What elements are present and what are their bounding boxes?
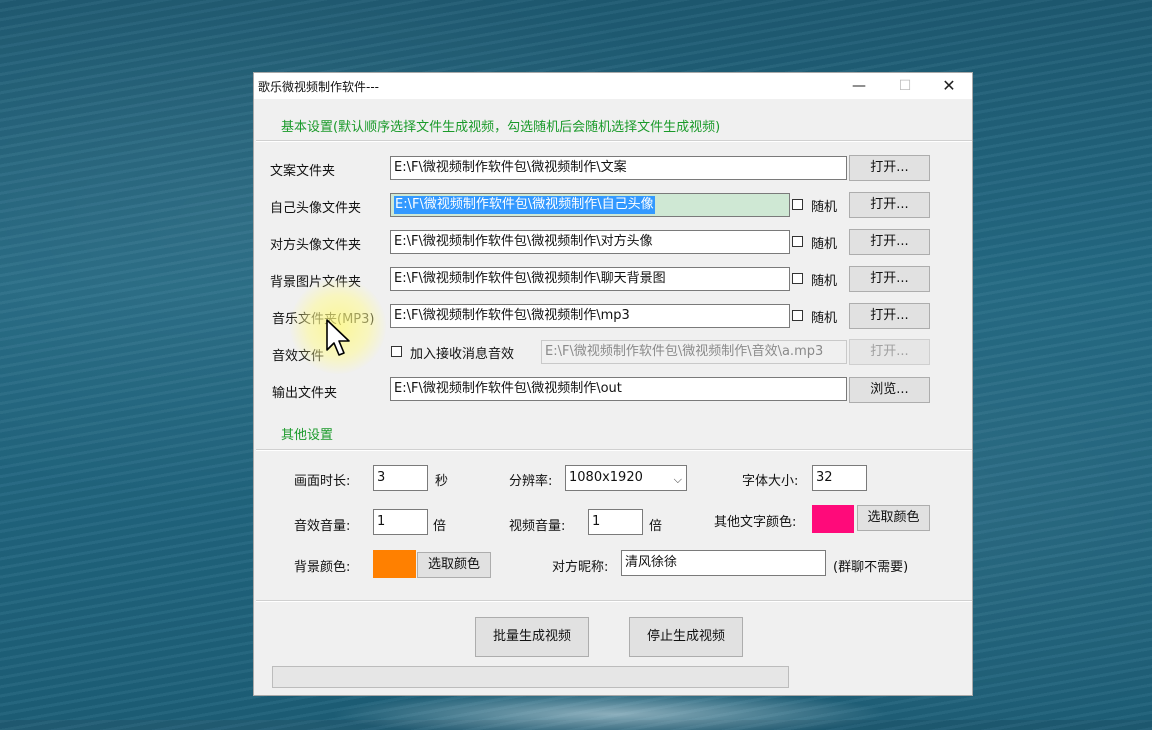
other-avatar-random-checkbox[interactable]	[792, 236, 803, 247]
sfx-enable-label: 加入接收消息音效	[410, 347, 515, 362]
music-folder-input[interactable]: E:\F\微视频制作软件包\微视频制作\mp3	[390, 304, 790, 328]
font-size-input[interactable]: 32	[812, 465, 867, 491]
self-avatar-folder-input[interactable]: E:\F\微视频制作软件包\微视频制作\自己头像	[390, 193, 790, 217]
video-volume-unit: 倍	[649, 519, 663, 534]
other-avatar-random-label: 随机	[811, 237, 838, 252]
music-random-checkbox[interactable]	[792, 310, 803, 321]
text-color-label: 其他文字颜色:	[714, 515, 797, 530]
output-folder-input[interactable]: E:\F\微视频制作软件包\微视频制作\out	[390, 377, 847, 401]
video-volume-label: 视频音量:	[509, 519, 566, 534]
divider	[256, 449, 972, 451]
resolution-label: 分辨率:	[509, 474, 553, 489]
duration-input[interactable]: 3	[373, 465, 428, 491]
basic-settings-heading: 基本设置(默认顺序选择文件生成视频，勾选随机后会随机选择文件生成视频)	[281, 120, 721, 135]
maximize-button: ☐	[898, 78, 912, 94]
sfx-enable-checkbox[interactable]	[391, 346, 402, 357]
video-volume-input[interactable]: 1	[588, 509, 643, 535]
other-avatar-folder-input[interactable]: E:\F\微视频制作软件包\微视频制作\对方头像	[390, 230, 790, 254]
divider	[256, 140, 972, 142]
background-folder-input[interactable]: E:\F\微视频制作软件包\微视频制作\聊天背景图	[390, 267, 790, 291]
output-folder-label: 输出文件夹	[272, 386, 338, 401]
background-open-button[interactable]: 打开...	[849, 266, 930, 292]
batch-generate-button[interactable]: 批量生成视频	[475, 617, 589, 657]
background-sea-foam	[330, 690, 890, 730]
mouse-pointer-icon	[326, 319, 350, 356]
copy-folder-open-button[interactable]: 打开...	[849, 155, 930, 181]
bg-color-label: 背景颜色:	[294, 560, 351, 575]
self-avatar-random-label: 随机	[811, 200, 838, 215]
sfx-volume-unit: 倍	[433, 519, 447, 534]
music-open-button[interactable]: 打开...	[849, 303, 930, 329]
bg-color-swatch	[373, 550, 416, 578]
text-color-pick-button[interactable]: 选取颜色	[857, 505, 930, 531]
nickname-note: (群聊不需要)	[833, 560, 909, 575]
copy-folder-input[interactable]: E:\F\微视频制作软件包\微视频制作\文案	[390, 156, 847, 180]
selected-text: E:\F\微视频制作软件包\微视频制作\自己头像	[394, 196, 655, 214]
window-title: 歌乐微视频制作软件---	[258, 80, 379, 94]
chevron-down-icon: ⌵	[673, 473, 682, 486]
other-settings-heading: 其他设置	[281, 428, 334, 443]
stop-generate-button[interactable]: 停止生成视频	[629, 617, 743, 657]
title-bar[interactable]: 歌乐微视频制作软件--- — ☐ ✕	[254, 73, 972, 99]
output-browse-button[interactable]: 浏览...	[849, 377, 930, 403]
sfx-volume-label: 音效音量:	[294, 519, 351, 534]
sfx-volume-input[interactable]: 1	[373, 509, 428, 535]
divider	[256, 600, 972, 602]
background-random-label: 随机	[811, 274, 838, 289]
text-color-swatch	[812, 505, 854, 533]
copy-folder-label: 文案文件夹	[270, 164, 336, 179]
other-avatar-folder-label: 对方头像文件夹	[270, 238, 362, 253]
sfx-open-button: 打开...	[849, 339, 930, 365]
music-random-label: 随机	[811, 311, 838, 326]
font-size-label: 字体大小:	[742, 474, 799, 489]
app-window: 歌乐微视频制作软件--- — ☐ ✕ 基本设置(默认顺序选择文件生成视频，勾选随…	[253, 72, 973, 696]
resolution-select[interactable]: 1080x1920 ⌵	[565, 465, 687, 491]
other-avatar-open-button[interactable]: 打开...	[849, 229, 930, 255]
resolution-value: 1080x1920	[569, 470, 643, 485]
progress-bar	[272, 666, 789, 688]
minimize-button[interactable]: —	[836, 73, 882, 99]
self-avatar-open-button[interactable]: 打开...	[849, 192, 930, 218]
sfx-file-input: E:\F\微视频制作软件包\微视频制作\音效\a.mp3	[541, 340, 847, 364]
bg-color-pick-button[interactable]: 选取颜色	[417, 552, 491, 578]
duration-label: 画面时长:	[294, 474, 351, 489]
self-avatar-folder-label: 自己头像文件夹	[270, 201, 362, 216]
nickname-label: 对方昵称:	[552, 560, 609, 575]
background-random-checkbox[interactable]	[792, 273, 803, 284]
close-button[interactable]: ✕	[926, 73, 972, 99]
duration-unit: 秒	[435, 474, 449, 489]
self-avatar-random-checkbox[interactable]	[792, 199, 803, 210]
nickname-input[interactable]: 清风徐徐	[621, 550, 826, 576]
